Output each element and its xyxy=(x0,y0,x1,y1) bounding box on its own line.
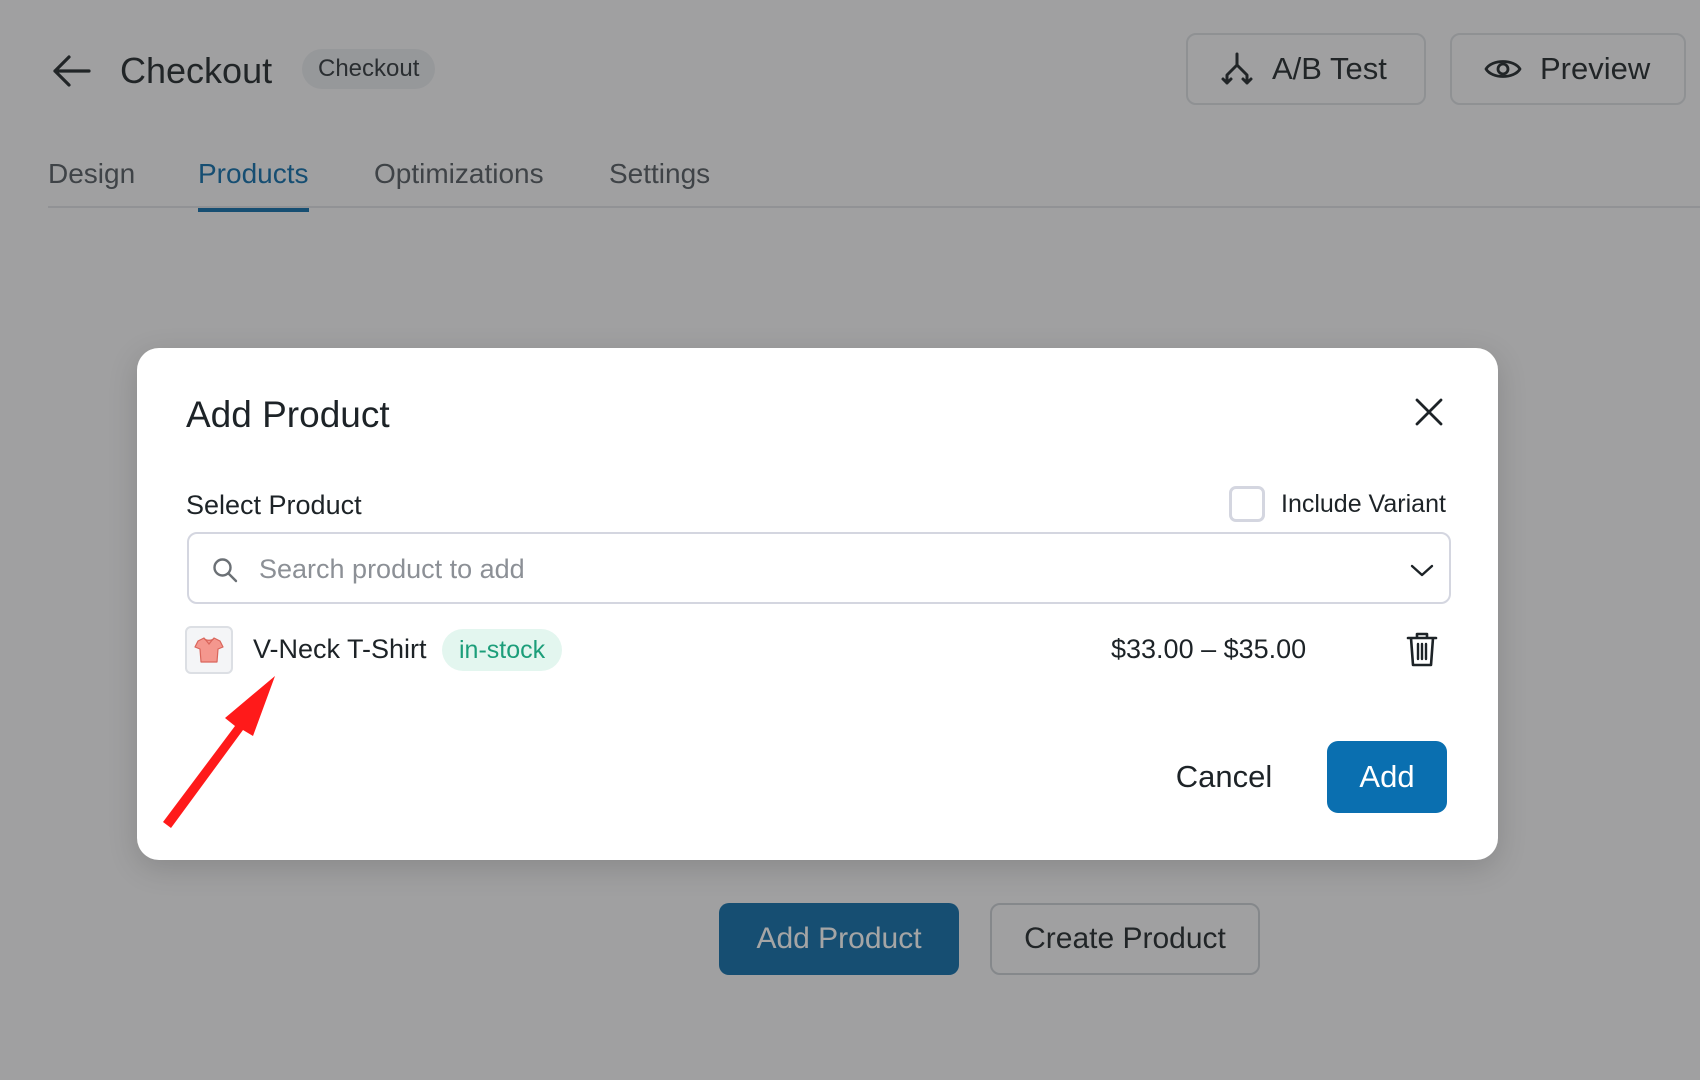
product-thumbnail xyxy=(185,626,233,674)
trash-icon[interactable] xyxy=(1405,630,1439,668)
modal-title: Add Product xyxy=(186,394,390,435)
cancel-button[interactable]: Cancel xyxy=(1149,741,1299,813)
annotation-arrow xyxy=(163,676,275,828)
stock-status-badge: in-stock xyxy=(442,629,563,671)
chevron-down-icon[interactable] xyxy=(1409,560,1435,580)
tshirt-icon xyxy=(194,637,224,663)
product-search-select[interactable] xyxy=(187,532,1451,604)
add-button[interactable]: Add xyxy=(1327,741,1447,813)
product-name: V-Neck T-Shirt xyxy=(253,634,427,664)
search-input[interactable] xyxy=(259,548,1359,590)
close-icon xyxy=(1415,398,1443,426)
add-product-modal: Add Product Select Product Include Varia… xyxy=(137,348,1498,860)
select-product-label: Select Product xyxy=(186,490,362,520)
product-price: $33.00 – $35.00 xyxy=(1111,634,1307,664)
selected-product-row: V-Neck T-Shirt in-stock $33.00 – $35.00 xyxy=(185,624,1455,676)
close-button[interactable] xyxy=(1409,392,1449,432)
include-variant-label: Include Variant xyxy=(1281,489,1446,518)
include-variant-toggle[interactable]: Include Variant xyxy=(1229,486,1446,522)
search-icon xyxy=(213,558,238,583)
include-variant-checkbox[interactable] xyxy=(1229,486,1265,522)
